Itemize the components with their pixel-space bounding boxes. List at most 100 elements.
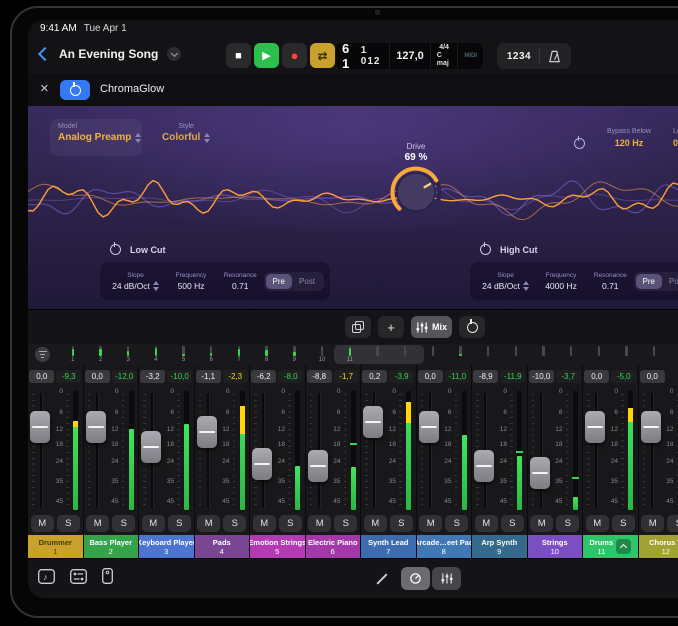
add-plugin-button[interactable]: + bbox=[378, 316, 404, 338]
drive-knob[interactable] bbox=[387, 165, 445, 221]
solo-button[interactable]: S bbox=[667, 515, 678, 532]
solo-button[interactable]: S bbox=[223, 515, 246, 532]
channel-gain-value[interactable]: -1,1 bbox=[196, 370, 221, 383]
track-label[interactable]: Electric Piano 6 bbox=[306, 535, 361, 558]
model-selector[interactable]: Model Analog Preamp bbox=[50, 119, 142, 156]
style-selector[interactable]: Style Colorful bbox=[162, 123, 210, 143]
bypass-below-control[interactable]: Bypass Below 120 Hz bbox=[599, 128, 659, 148]
mute-button[interactable]: M bbox=[308, 515, 331, 532]
cycle-button[interactable]: ⇄ bbox=[310, 43, 335, 68]
low-cut-frequency[interactable]: Frequency 500 Hz bbox=[165, 272, 217, 291]
count-in-button[interactable]: 1234 bbox=[507, 51, 531, 62]
volume-fader[interactable] bbox=[530, 457, 550, 489]
level-control[interactable]: Level 0.0 bbox=[673, 128, 678, 148]
channel-gain-value[interactable]: -6,2 bbox=[251, 370, 276, 383]
channel-gain-value[interactable]: 0,0 bbox=[418, 370, 443, 383]
volume-fader[interactable] bbox=[86, 411, 106, 443]
high-cut-frequency[interactable]: Frequency 4000 Hz bbox=[535, 272, 587, 291]
solo-button[interactable]: S bbox=[112, 515, 135, 532]
pre-button[interactable]: Pre bbox=[636, 274, 662, 289]
mixer-meters-icon[interactable] bbox=[70, 569, 87, 584]
post-button[interactable]: Post bbox=[662, 274, 678, 289]
mute-button[interactable]: M bbox=[197, 515, 220, 532]
plugin-power-toggle[interactable] bbox=[60, 80, 90, 100]
solo-button[interactable]: S bbox=[445, 515, 468, 532]
channel-gain-value[interactable]: 0,0 bbox=[85, 370, 110, 383]
bypass-power-icon[interactable] bbox=[574, 138, 585, 149]
solo-button[interactable]: S bbox=[279, 515, 302, 532]
track-label[interactable]: Drums 11 bbox=[583, 535, 638, 558]
volume-fader[interactable] bbox=[363, 406, 383, 438]
volume-fader[interactable] bbox=[585, 411, 605, 443]
channel-gain-value[interactable]: -10,0 bbox=[529, 370, 554, 383]
pre-button[interactable]: Pre bbox=[266, 274, 292, 289]
smart-controls-button[interactable] bbox=[401, 567, 430, 590]
solo-button[interactable]: S bbox=[390, 515, 413, 532]
solo-button[interactable]: S bbox=[501, 515, 524, 532]
mute-button[interactable]: M bbox=[253, 515, 276, 532]
track-label[interactable]: Arp Synth 9 bbox=[472, 535, 527, 558]
filter-icon[interactable] bbox=[35, 347, 50, 362]
mute-button[interactable]: M bbox=[31, 515, 54, 532]
channel-gain-value[interactable]: 0,2 bbox=[362, 370, 387, 383]
mix-view-button[interactable]: Mix bbox=[411, 316, 452, 338]
solo-button[interactable]: S bbox=[612, 515, 635, 532]
channel-gain-value[interactable]: -8,9 bbox=[473, 370, 498, 383]
high-cut-resonance[interactable]: Resonance 0.71 bbox=[587, 272, 634, 291]
mixer-overview[interactable]: 1234567891011 bbox=[28, 344, 678, 365]
mute-button[interactable]: M bbox=[530, 515, 553, 532]
mute-button[interactable]: M bbox=[86, 515, 109, 532]
track-label[interactable]: Arcade…eet Pad 8 bbox=[417, 535, 472, 558]
mute-button[interactable]: M bbox=[364, 515, 387, 532]
volume-fader[interactable] bbox=[141, 431, 161, 463]
solo-button[interactable]: S bbox=[334, 515, 357, 532]
expand-channel-button[interactable] bbox=[616, 539, 631, 554]
track-label[interactable]: Emotion Strings 5 bbox=[250, 535, 305, 558]
volume-fader[interactable] bbox=[197, 416, 217, 448]
volume-fader[interactable] bbox=[30, 411, 50, 443]
solo-button[interactable]: S bbox=[57, 515, 80, 532]
mixer-view-button[interactable] bbox=[432, 567, 461, 590]
track-label[interactable]: Strings 10 bbox=[528, 535, 583, 558]
channel-gain-value[interactable]: 0,0 bbox=[584, 370, 609, 383]
edit-pencil-icon[interactable] bbox=[376, 573, 387, 584]
track-label[interactable]: Pads 4 bbox=[195, 535, 250, 558]
plugin-tile-icon[interactable] bbox=[102, 568, 113, 584]
track-label[interactable]: Chorus V 12 bbox=[639, 535, 678, 558]
loops-browser-icon[interactable]: ♪ bbox=[38, 569, 55, 584]
mute-button[interactable]: M bbox=[475, 515, 498, 532]
low-cut-slope[interactable]: Slope 24 dB/Oct bbox=[106, 272, 165, 291]
channel-gain-value[interactable]: -8,8 bbox=[307, 370, 332, 383]
metronome-icon[interactable] bbox=[548, 50, 561, 63]
volume-fader[interactable] bbox=[641, 411, 661, 443]
channel-gain-value[interactable]: 0,0 bbox=[29, 370, 54, 383]
close-icon[interactable]: × bbox=[40, 80, 49, 97]
mute-button[interactable]: M bbox=[419, 515, 442, 532]
mute-button[interactable]: M bbox=[586, 515, 609, 532]
volume-fader[interactable] bbox=[252, 448, 272, 480]
record-button[interactable]: ● bbox=[282, 43, 307, 68]
volume-fader[interactable] bbox=[308, 450, 328, 482]
drive-control[interactable]: Drive 69 % bbox=[380, 142, 452, 226]
channel-gain-value[interactable]: 0,0 bbox=[640, 370, 665, 383]
low-cut-power-icon[interactable] bbox=[110, 244, 121, 255]
lcd-tempo[interactable]: 127,0 bbox=[390, 43, 431, 69]
play-button[interactable]: ▶ bbox=[254, 43, 279, 68]
lcd-position[interactable]: 6 1 1 012 bbox=[336, 43, 390, 69]
post-button[interactable]: Post bbox=[292, 274, 322, 289]
mute-button[interactable]: M bbox=[641, 515, 664, 532]
mute-button[interactable]: M bbox=[142, 515, 165, 532]
back-chevron-icon[interactable] bbox=[38, 47, 52, 61]
lcd-signature-key[interactable]: 4/4 C maj bbox=[431, 43, 459, 69]
mixer-power-button[interactable] bbox=[459, 316, 485, 338]
track-label[interactable]: Bass Player 2 bbox=[84, 535, 139, 558]
song-menu-button[interactable] bbox=[167, 47, 181, 61]
channel-gain-value[interactable]: -3,2 bbox=[140, 370, 165, 383]
solo-button[interactable]: S bbox=[168, 515, 191, 532]
lcd-display[interactable]: 6 1 1 012 127,0 4/4 C maj MIDI bbox=[336, 43, 483, 69]
volume-fader[interactable] bbox=[419, 411, 439, 443]
track-label[interactable]: Drummer 1 bbox=[28, 535, 83, 558]
track-label[interactable]: Synth Lead 7 bbox=[361, 535, 416, 558]
stop-button[interactable]: ■ bbox=[226, 43, 251, 68]
song-title[interactable]: An Evening Song bbox=[59, 47, 158, 61]
